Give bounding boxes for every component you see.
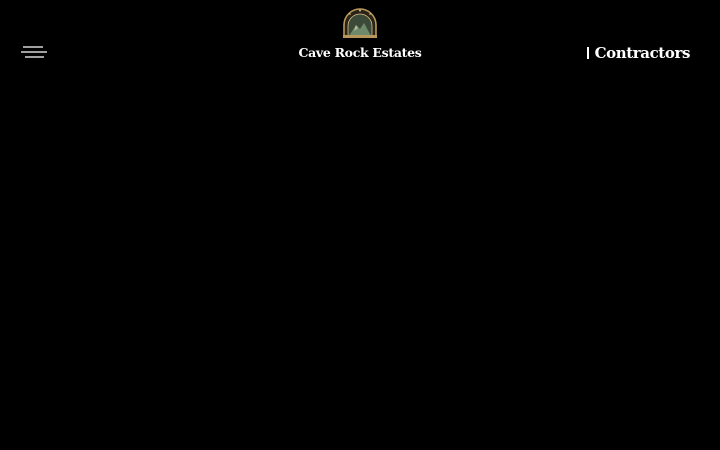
site-header: Cave Rock Estates Contractors: [0, 0, 720, 80]
site-title[interactable]: Cave Rock Estates: [260, 44, 460, 62]
nav-divider: [587, 47, 589, 59]
contractors-link[interactable]: Contractors: [595, 42, 691, 64]
hamburger-menu-icon: [21, 46, 47, 58]
menu-button[interactable]: [20, 44, 50, 62]
page-content-area: [0, 80, 720, 450]
site-logo[interactable]: [340, 7, 380, 39]
estate-emblem-icon: [343, 8, 377, 38]
nav-contractors[interactable]: Contractors: [587, 42, 690, 64]
